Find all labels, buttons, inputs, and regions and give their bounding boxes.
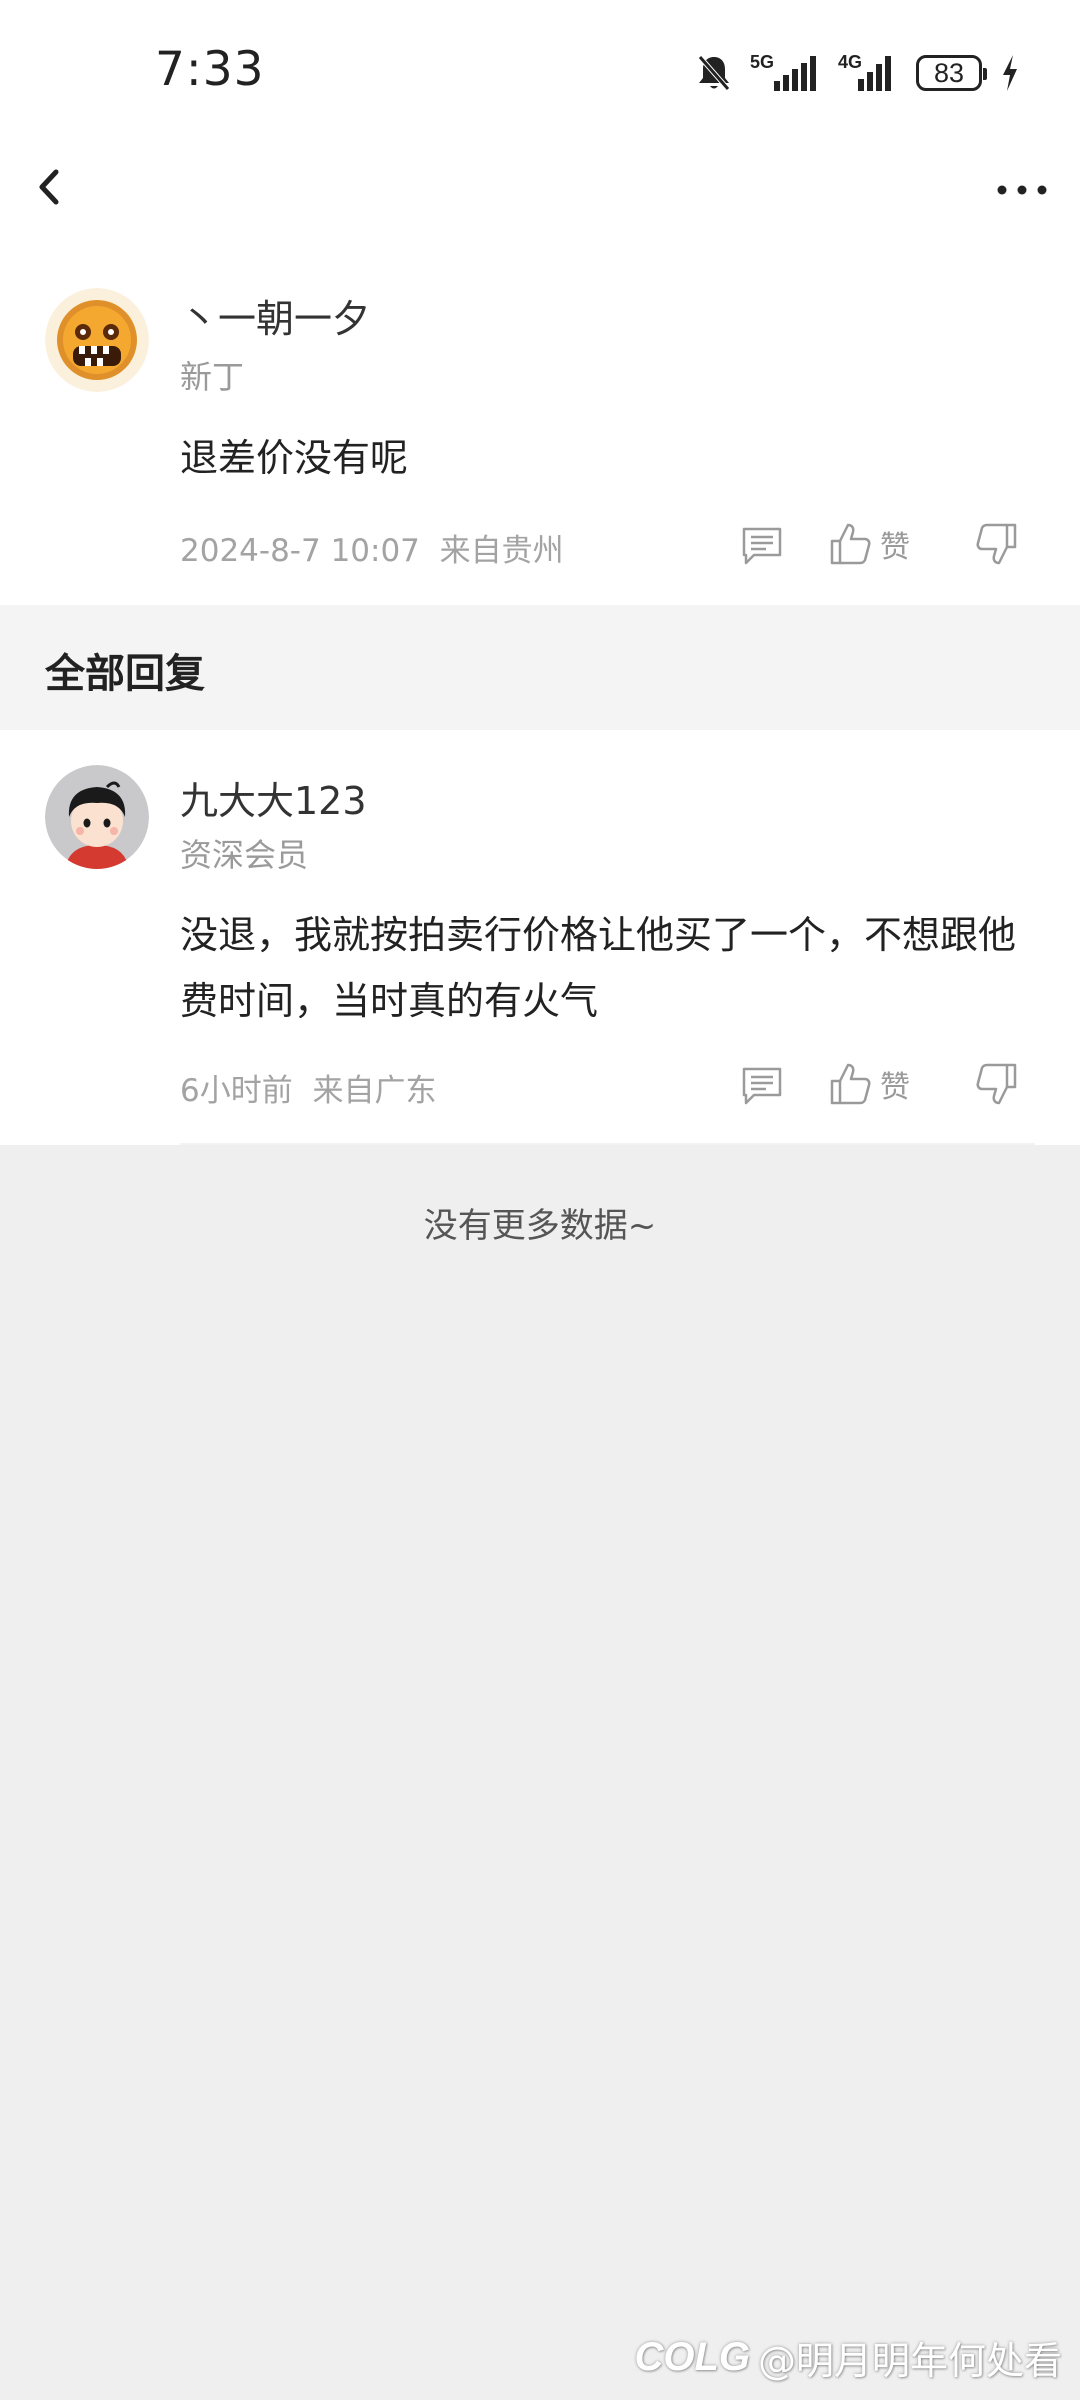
thumbs-up-icon [830, 1063, 871, 1105]
comment-time: 2024-8-7 10:07 [180, 533, 420, 569]
bell-muted-icon [698, 55, 730, 91]
watermark-text: @明月明年何处看 [757, 2339, 1062, 2383]
reply-button[interactable] [740, 523, 784, 567]
back-button[interactable] [30, 162, 70, 212]
battery-indicator: 83 [916, 55, 987, 91]
main-comment: 丶一朝一夕 新丁 退差价没有呢 2024-8-7 10:07 来自贵州 赞 [0, 280, 1080, 605]
dislike-button[interactable] [975, 519, 1021, 569]
username[interactable]: 九大大123 [180, 770, 367, 825]
reply-actions: 赞 [740, 1057, 1080, 1117]
network-5g-label: 5G [750, 52, 774, 72]
comment-actions: 赞 [740, 517, 1080, 577]
like-button[interactable]: 赞 [828, 519, 910, 569]
reply-button[interactable] [740, 1063, 784, 1107]
replies-section-header: 全部回复 [0, 605, 1080, 730]
avatar-pumpkin-image [45, 288, 149, 392]
comment-location: 来自贵州 [439, 533, 564, 569]
avatar[interactable] [45, 765, 149, 869]
battery-level: 83 [933, 57, 965, 88]
reply-time: 6小时前 [180, 1073, 293, 1109]
network-4g-label: 4G [838, 52, 862, 72]
signal-5g-icon: 5G [750, 52, 816, 91]
watermark: COLG @明月明年何处看 [634, 2330, 1062, 2385]
like-label: 赞 [880, 530, 910, 565]
no-more-data-text: 没有更多数据~ [423, 1206, 657, 1246]
comment-icon [742, 1067, 782, 1105]
status-time: 7:33 [155, 42, 265, 97]
thumbs-down-icon [976, 523, 1017, 565]
comment-icon [742, 527, 782, 565]
reply-location: 来自广东 [312, 1073, 437, 1109]
user-level: 资深会员 [180, 836, 309, 874]
thumbs-down-icon [976, 1063, 1017, 1105]
like-button[interactable]: 赞 [828, 1059, 910, 1109]
reply-comment: 九大大123 资深会员 没退，我就按拍卖行价格让他买了一个，不想跟他费时间，当时… [0, 730, 1080, 1145]
divider [180, 1143, 1035, 1145]
comment-text: 退差价没有呢 [180, 436, 409, 480]
dislike-button[interactable] [975, 1059, 1021, 1109]
thumbs-up-icon [830, 523, 871, 565]
reply-meta: 6小时前 来自广东 [180, 1065, 436, 1110]
avatar-cartoon-boy-image [45, 765, 149, 869]
username[interactable]: 丶一朝一夕 [180, 288, 370, 343]
comment-meta: 2024-8-7 10:07 来自贵州 [180, 525, 564, 570]
more-options-button[interactable] [994, 170, 1050, 210]
like-label: 赞 [880, 1070, 910, 1105]
status-icons: 5G 4G 83 [696, 48, 1020, 98]
avatar[interactable] [45, 288, 149, 392]
section-title: 全部回复 [45, 651, 205, 697]
charging-bolt-icon [1003, 55, 1017, 91]
user-level: 新丁 [180, 358, 245, 396]
chevron-left-icon [39, 169, 59, 205]
watermark-logo: COLG [634, 2335, 750, 2379]
more-dots-icon [997, 185, 1047, 195]
reply-text: 没退，我就按拍卖行价格让他买了一个，不想跟他费时间，当时真的有火气 [180, 913, 1017, 1023]
signal-4g-icon: 4G [838, 52, 891, 91]
